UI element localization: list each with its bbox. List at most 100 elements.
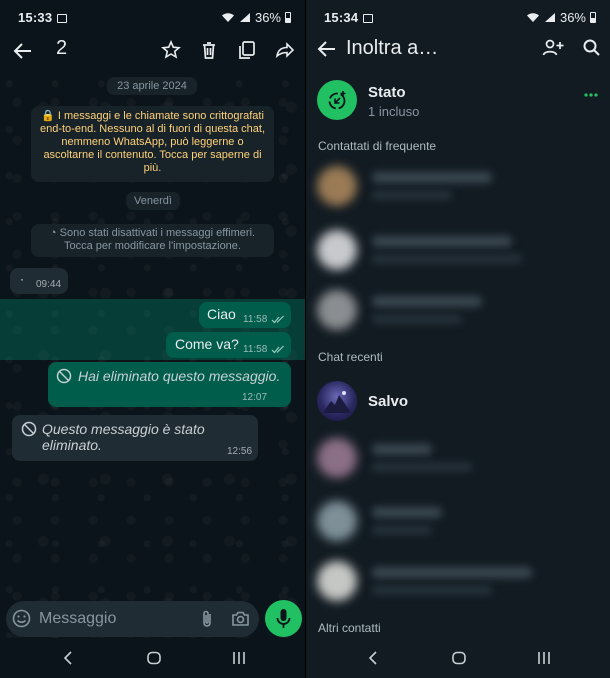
copy-icon[interactable] (236, 39, 258, 61)
deleted-message-outgoing[interactable]: Hai eliminato questo messaggio. 12:07 (48, 362, 291, 407)
message-input[interactable]: Messaggio (39, 610, 116, 628)
contact-row-blurred[interactable] (314, 160, 604, 210)
star-icon[interactable] (160, 39, 182, 61)
status-icon (328, 91, 346, 110)
wifi-icon (221, 12, 234, 22)
camera-icon[interactable] (231, 610, 250, 627)
avatar (317, 290, 357, 330)
avatar (317, 561, 357, 601)
battery-icon (590, 11, 596, 23)
status-time: 15:34 (324, 9, 359, 25)
read-ticks-icon (271, 345, 284, 354)
nav-home-icon[interactable] (451, 650, 467, 666)
blurred-sub (372, 191, 452, 199)
message-text: Come va? (175, 336, 239, 352)
avatar-image (323, 391, 351, 413)
chat-row-blurred[interactable] (314, 495, 604, 545)
selection-toolbar: 2 (0, 34, 305, 70)
blurred-sub (372, 526, 432, 534)
back-arrow-icon[interactable] (12, 40, 34, 62)
date-pill: 23 aprile 2024 (107, 77, 197, 95)
selection-count: 2 (56, 37, 68, 59)
attach-icon[interactable] (198, 609, 216, 629)
message-text: Ciao (207, 306, 236, 322)
signal-icon (239, 12, 250, 22)
message-composer: Messaggio (6, 601, 259, 637)
battery-percent: 36% (559, 9, 586, 25)
read-ticks-icon (271, 315, 284, 324)
chat-row-salvo[interactable]: Salvo (306, 381, 610, 421)
blurred-name (372, 172, 492, 183)
ban-icon (56, 368, 72, 384)
ban-icon (21, 421, 37, 437)
blurred-name (372, 444, 432, 455)
blurred-sub (372, 315, 462, 323)
status-time: 15:33 (18, 9, 53, 25)
message-bubble-outgoing[interactable]: Ciao 11:58 (199, 302, 291, 328)
blurred-sub (372, 586, 492, 594)
more-icon[interactable] (584, 92, 598, 98)
timer-icon: ◔ (49, 227, 60, 239)
emoji-icon[interactable] (12, 609, 31, 628)
section-frequent: Contattati di frequente (318, 139, 437, 153)
screenshot-root: 15:33 36% 2 23 aprile 2024 🔒 I messaggi … (0, 0, 610, 678)
battery-percent: 36% (254, 9, 281, 25)
section-recent: Chat recenti (318, 350, 383, 364)
system-nav-bar (0, 638, 305, 678)
system-nav-bar (306, 638, 610, 678)
message-time: 12:56 (227, 446, 253, 457)
avatar (317, 381, 357, 421)
chat-name: Salvo (368, 393, 409, 410)
page-title: Inoltra a… (346, 37, 439, 59)
ephemeral-notice[interactable]: ◔ Sono stati disattivati i messaggi effi… (31, 224, 274, 257)
message-time: 11:58 (243, 344, 268, 355)
chat-row-blurred[interactable] (314, 555, 604, 605)
avatar (317, 438, 357, 478)
mic-button[interactable] (265, 600, 302, 637)
message-text: Questo messaggio è stato eliminato. (42, 421, 205, 453)
avatar (317, 230, 357, 270)
message-text: · (20, 272, 24, 286)
forward-icon[interactable] (274, 39, 296, 61)
contact-row-blurred[interactable] (314, 224, 604, 274)
mic-icon (276, 609, 291, 628)
day-pill: Venerdì (126, 192, 180, 210)
forward-toolbar: Inoltra a… (306, 34, 610, 70)
blurred-name (372, 507, 442, 518)
section-other: Altri contatti (318, 621, 381, 635)
message-text: Hai eliminato questo messaggio. (78, 368, 281, 384)
nav-home-icon[interactable] (146, 650, 162, 666)
blurred-sub (372, 255, 522, 263)
nav-recents-icon[interactable] (536, 650, 552, 666)
avatar (317, 166, 357, 206)
search-icon[interactable] (582, 38, 601, 57)
nav-back-icon[interactable] (366, 650, 382, 666)
status-item[interactable]: Stato 1 incluso (306, 78, 610, 122)
blurred-name (372, 236, 512, 247)
status-name: Stato (368, 84, 406, 101)
blurred-name (372, 296, 482, 307)
message-time: 12:07 (242, 392, 268, 403)
blurred-sub (372, 463, 472, 471)
add-contact-icon[interactable] (542, 38, 564, 58)
trash-icon[interactable] (198, 39, 220, 61)
chat-row-blurred[interactable] (314, 432, 604, 482)
blurred-name (372, 567, 532, 578)
status-bar: 15:34 36% (306, 0, 610, 34)
status-bar: 15:33 36% (0, 0, 305, 34)
gallery-notification-icon (363, 13, 374, 23)
nav-recents-icon[interactable] (231, 650, 247, 666)
ephemeral-text: Sono stati disattivati i messaggi effime… (59, 227, 256, 252)
message-bubble-outgoing[interactable]: Come va? 11:58 (166, 332, 291, 358)
chat-screen: 15:33 36% 2 23 aprile 2024 🔒 I messaggi … (0, 0, 305, 678)
nav-back-icon[interactable] (61, 650, 77, 666)
message-bubble-incoming[interactable]: · 09:44 (10, 268, 68, 294)
message-time: 11:58 (243, 314, 268, 325)
gallery-notification-icon (57, 13, 68, 23)
deleted-message-incoming[interactable]: Questo messaggio è stato eliminato. 12:5… (12, 415, 258, 461)
status-sub: 1 incluso (368, 104, 420, 119)
back-arrow-icon[interactable] (316, 38, 338, 60)
signal-icon (544, 12, 555, 22)
encryption-notice[interactable]: 🔒 I messaggi e le chiamate sono crittogr… (31, 106, 274, 182)
contact-row-blurred[interactable] (314, 284, 604, 334)
